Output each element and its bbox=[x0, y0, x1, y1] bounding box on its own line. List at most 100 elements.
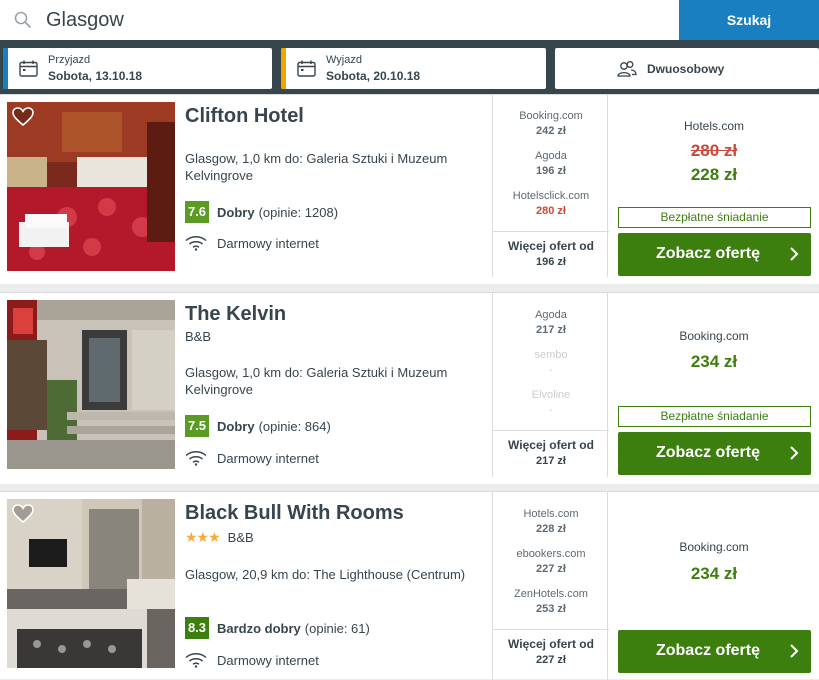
checkout-label: Wyjazd bbox=[326, 54, 362, 66]
rating-count: (opinie: 864) bbox=[258, 418, 331, 434]
deal-item[interactable]: Agoda 217 zł bbox=[493, 308, 609, 338]
chevron-right-icon bbox=[790, 247, 799, 261]
calendar-icon bbox=[19, 60, 38, 77]
deal-item: Elvoline - bbox=[493, 388, 609, 418]
search-bar: Szukaj bbox=[0, 0, 819, 40]
best-deal-price: 234 zł bbox=[690, 352, 738, 371]
rating-label: Dobry bbox=[217, 418, 255, 434]
hotel-name[interactable]: Clifton Hotel bbox=[185, 105, 304, 128]
best-deal-old-price: 280 zł bbox=[690, 141, 738, 160]
hotel-card[interactable]: Clifton Hotel Glasgow, 1,0 km do: Galeri… bbox=[0, 94, 819, 284]
rating-score: 7.6 bbox=[185, 201, 209, 223]
deal-price: 280 zł bbox=[536, 205, 566, 217]
view-deal-button[interactable]: Zobacz ofertę bbox=[618, 630, 811, 673]
view-deal-button[interactable]: Zobacz ofertę bbox=[618, 233, 811, 276]
view-deal-label: Zobacz ofertę bbox=[655, 642, 760, 659]
amenity-wifi: Darmowy internet bbox=[185, 448, 319, 468]
checkout-date-picker[interactable]: Wyjazd Sobota, 20.10.18 bbox=[281, 48, 546, 89]
favorite-heart-icon[interactable] bbox=[12, 107, 34, 127]
best-deal-site: Booking.com bbox=[679, 540, 749, 554]
best-deal: Booking.com 234 zł Bezpłatne śniadanie Z… bbox=[609, 293, 819, 477]
checkout-value: Sobota, 20.10.18 bbox=[326, 69, 421, 83]
more-deals-price: 196 zł bbox=[536, 256, 566, 268]
calendar-icon bbox=[297, 60, 316, 77]
deal-item: sembo - bbox=[493, 348, 609, 378]
hotel-photo[interactable] bbox=[7, 102, 175, 271]
view-deal-button[interactable]: Zobacz ofertę bbox=[618, 432, 811, 475]
amenity-wifi: Darmowy internet bbox=[185, 650, 319, 670]
deal-price: 217 zł bbox=[536, 324, 566, 336]
wifi-icon bbox=[185, 236, 207, 251]
checkin-date-picker[interactable]: Przyjazd Sobota, 13.10.18 bbox=[3, 48, 272, 89]
deal-site: Agoda bbox=[535, 309, 567, 321]
filter-bar: Przyjazd Sobota, 13.10.18 Wyjazd Sobota,… bbox=[0, 40, 819, 94]
hotel-rating: 7.5 Dobry (opinie: 864) bbox=[185, 415, 331, 437]
deal-item[interactable]: Agoda 196 zł bbox=[493, 149, 609, 179]
deal-item[interactable]: Booking.com 242 zł bbox=[493, 109, 609, 139]
deal-price: 253 zł bbox=[536, 603, 566, 615]
hotel-card[interactable]: Black Bull With Rooms ★★★ B&B Glasgow, 20… bbox=[0, 491, 819, 680]
room-type-selector[interactable]: Dwuosobowy bbox=[555, 48, 819, 89]
checkin-value: Sobota, 13.10.18 bbox=[48, 69, 143, 83]
deal-site: Hotels.com bbox=[523, 508, 579, 520]
hotel-location: Glasgow, 1,0 km do: Galeria Sztuki i Muz… bbox=[185, 151, 448, 183]
best-deal: Booking.com 234 zł Zobacz ofertę bbox=[609, 492, 819, 680]
hotel-card[interactable]: The Kelvin B&B Glasgow, 1,0 km do: Galer… bbox=[0, 292, 819, 484]
deal-site: Booking.com bbox=[519, 110, 583, 122]
deal-site: Elvoline bbox=[531, 389, 571, 401]
building-photo bbox=[7, 300, 175, 469]
more-deals-price: 217 zł bbox=[536, 455, 566, 467]
hotel-photo[interactable] bbox=[7, 300, 175, 469]
more-deals-label: Więcej ofert od bbox=[508, 438, 594, 452]
hotel-name[interactable]: Black Bull With Rooms bbox=[185, 502, 404, 525]
deal-price: 227 zł bbox=[536, 563, 566, 575]
deal-price: 242 zł bbox=[536, 125, 566, 137]
best-deal-price: 234 zł bbox=[690, 564, 738, 583]
chevron-right-icon bbox=[790, 644, 799, 658]
deal-site: Agoda bbox=[535, 150, 567, 162]
rating-score: 8.3 bbox=[185, 617, 209, 639]
more-deals-link[interactable]: Więcej ofert od 217 zł bbox=[493, 430, 609, 469]
hotel-type: B&B bbox=[227, 530, 254, 545]
deal-price: - bbox=[549, 364, 553, 376]
more-deals-link[interactable]: Więcej ofert od 227 zł bbox=[493, 629, 609, 668]
more-deals-price: 227 zł bbox=[536, 654, 566, 666]
view-deal-label: Zobacz ofertę bbox=[655, 245, 760, 262]
hotel-rating: 7.6 Dobry (opinie: 1208) bbox=[185, 201, 338, 223]
hotel-rating: 8.3 Bardzo dobry (opinie: 61) bbox=[185, 617, 370, 639]
hotel-photo[interactable] bbox=[7, 499, 175, 668]
amenity-label: Darmowy internet bbox=[217, 450, 319, 466]
guests-icon bbox=[617, 61, 637, 77]
price-comparison: Agoda 217 zł sembo - Elvoline - Więcej o… bbox=[492, 293, 609, 477]
hotel-location: Glasgow, 20,9 km do: The Lighthouse (Cen… bbox=[185, 567, 466, 582]
search-button[interactable]: Szukaj bbox=[679, 0, 819, 40]
bedroom-photo bbox=[7, 499, 175, 668]
favorite-heart-icon[interactable] bbox=[12, 504, 34, 524]
chevron-right-icon bbox=[790, 446, 799, 460]
amenity-label: Darmowy internet bbox=[217, 652, 319, 668]
deal-price: - bbox=[549, 404, 553, 416]
deal-item[interactable]: Hotels.com 228 zł bbox=[493, 507, 609, 537]
rating-label: Bardzo dobry bbox=[217, 620, 301, 636]
star-rating: ★★★ bbox=[185, 529, 221, 545]
search-icon bbox=[14, 11, 32, 29]
deal-item[interactable]: Hotelsclick.com 280 zł bbox=[493, 189, 609, 219]
wifi-icon bbox=[185, 451, 207, 466]
checkout-accent bbox=[281, 48, 286, 89]
rating-label: Dobry bbox=[217, 204, 255, 220]
best-deal: Hotels.com 280 zł 228 zł Bezpłatne śniad… bbox=[609, 95, 819, 277]
hotel-type: B&B bbox=[185, 329, 212, 344]
search-input[interactable] bbox=[46, 5, 646, 35]
best-deal-site: Booking.com bbox=[679, 329, 749, 343]
deal-item[interactable]: ZenHotels.com 253 zł bbox=[493, 587, 609, 617]
deal-item[interactable]: ebookers.com 227 zł bbox=[493, 547, 609, 577]
hotel-type-row: ★★★ B&B bbox=[185, 529, 254, 546]
free-breakfast-badge: Bezpłatne śniadanie bbox=[618, 406, 811, 427]
free-breakfast-badge: Bezpłatne śniadanie bbox=[618, 207, 811, 228]
room-type-label: Dwuosobowy bbox=[647, 62, 725, 76]
deal-price: 228 zł bbox=[536, 523, 566, 535]
checkin-label: Przyjazd bbox=[48, 54, 91, 66]
hotel-name[interactable]: The Kelvin bbox=[185, 303, 286, 326]
more-deals-link[interactable]: Więcej ofert od 196 zł bbox=[493, 231, 609, 270]
view-deal-label: Zobacz ofertę bbox=[655, 444, 760, 461]
